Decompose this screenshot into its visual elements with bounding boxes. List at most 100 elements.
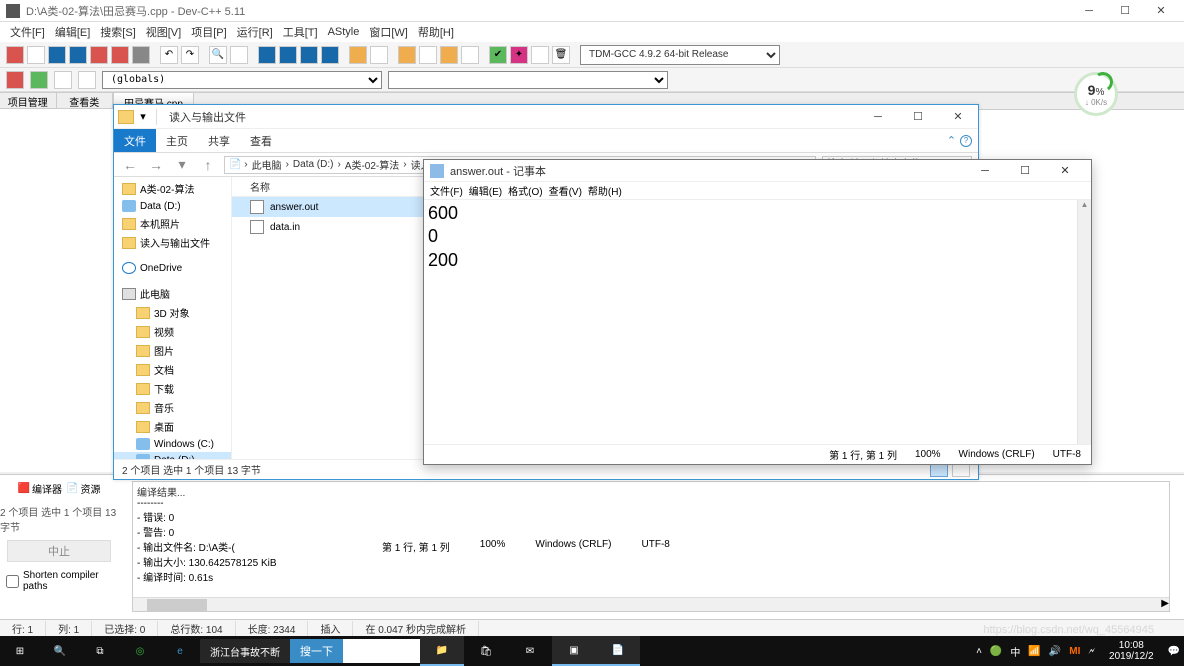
bookmark-icon[interactable] <box>54 71 72 89</box>
compile-hscroll[interactable]: ▶ <box>133 597 1169 611</box>
abort-button[interactable]: 中止 <box>7 540 111 562</box>
taskbar-notepad-icon[interactable]: 📄 <box>596 636 640 666</box>
np-menu-help[interactable]: 帮助(H) <box>588 183 622 198</box>
close-button[interactable]: ✕ <box>1144 1 1178 21</box>
np-menu-edit[interactable]: 编辑(E) <box>469 183 502 198</box>
globals-combo[interactable]: (globals) <box>102 71 382 89</box>
save-icon[interactable] <box>48 46 66 64</box>
nav-back-icon[interactable]: ← <box>120 157 140 173</box>
download-speed-badge[interactable]: 9% ↓ 0K/s <box>1074 72 1118 116</box>
tray-mi-icon[interactable]: MI <box>1069 646 1080 657</box>
tab-resource[interactable]: 📄 资源 <box>66 481 100 496</box>
close-file-icon[interactable] <box>111 46 129 64</box>
tray-chevron-icon[interactable]: ˄ <box>976 646 982 657</box>
debug-icon[interactable] <box>349 46 367 64</box>
open-file-icon[interactable] <box>27 46 45 64</box>
tree-item[interactable]: 桌面 <box>114 417 231 436</box>
explorer-maximize-button[interactable]: ☐ <box>898 106 938 128</box>
tree-item[interactable]: 本机照片 <box>114 214 231 233</box>
menu-edit[interactable]: 编辑[E] <box>51 22 94 42</box>
notepad-textarea[interactable]: 600 0 200 ▲ <box>424 200 1091 444</box>
grid2-icon[interactable] <box>419 46 437 64</box>
delete-icon[interactable]: 🗑 <box>552 46 570 64</box>
tree-item[interactable]: Data (D:) <box>114 198 231 214</box>
run-icon[interactable] <box>279 46 297 64</box>
tree-item[interactable]: A类-02-算法 <box>114 179 231 198</box>
tree-item[interactable]: 文档 <box>114 360 231 379</box>
taskbar-clock[interactable]: 10:08 2019/12/2 <box>1103 640 1160 662</box>
tab-project-manage[interactable]: 项目管理 <box>0 93 57 108</box>
stop-icon[interactable] <box>370 46 388 64</box>
taskbar-app-360[interactable]: ◎ <box>120 636 160 666</box>
taskbar-mail-icon[interactable]: ✉ <box>508 636 552 666</box>
ribbon-collapse-icon[interactable]: ⌃ ? <box>941 129 978 152</box>
tray-notifications-icon[interactable]: 💬 <box>1168 646 1180 657</box>
ribbon-home[interactable]: 主页 <box>156 129 198 152</box>
tree-item[interactable]: Data (D:) <box>114 452 231 459</box>
tree-item[interactable]: 音乐 <box>114 398 231 417</box>
maximize-button[interactable]: ☐ <box>1108 1 1142 21</box>
search-icon[interactable]: 🔍 <box>40 636 80 666</box>
nav-history-icon[interactable]: ▾ <box>172 156 192 173</box>
taskbar-store-icon[interactable]: 🛍 <box>464 636 508 666</box>
compile-run-icon[interactable] <box>300 46 318 64</box>
grid3-icon[interactable] <box>440 46 458 64</box>
ribbon-share[interactable]: 共享 <box>198 129 240 152</box>
tree-item[interactable]: 视频 <box>114 322 231 341</box>
notepad-vscroll[interactable]: ▲ <box>1077 200 1091 444</box>
notepad-minimize-button[interactable]: ─ <box>965 161 1005 181</box>
notepad-close-button[interactable]: ✕ <box>1045 161 1085 181</box>
tab-class-view[interactable]: 查看类 <box>57 93 114 108</box>
taskbar-app-ie[interactable]: e <box>160 636 200 666</box>
replace-icon[interactable] <box>230 46 248 64</box>
compiler-selector[interactable]: TDM-GCC 4.9.2 64-bit Release <box>580 45 780 65</box>
menu-help[interactable]: 帮助[H] <box>414 22 458 42</box>
shorten-paths-checkbox[interactable]: Shorten compiler paths <box>0 568 118 594</box>
taskbar-search-field[interactable]: 搜一下 <box>290 639 420 663</box>
np-menu-view[interactable]: 查看(V) <box>549 183 582 198</box>
menu-astyle[interactable]: AStyle <box>324 24 364 40</box>
print-icon[interactable] <box>132 46 150 64</box>
start-button[interactable]: ⊞ <box>0 636 40 666</box>
taskbar-news[interactable]: 浙江台事故不断 <box>200 639 290 663</box>
np-menu-file[interactable]: 文件(F) <box>430 183 463 198</box>
redo-icon[interactable]: ↷ <box>181 46 199 64</box>
find-icon[interactable]: 🔍 <box>209 46 227 64</box>
check-icon[interactable]: ✔ <box>489 46 507 64</box>
rebuild-icon[interactable] <box>321 46 339 64</box>
menu-project[interactable]: 项目[P] <box>187 22 230 42</box>
taskbar-explorer-icon[interactable]: 📁 <box>420 636 464 666</box>
function-combo[interactable] <box>388 71 668 89</box>
tray-ime-icon[interactable]: 中 <box>1010 644 1020 659</box>
undo-icon[interactable]: ↶ <box>160 46 178 64</box>
new-class-icon[interactable] <box>6 71 24 89</box>
menu-file[interactable]: 文件[F] <box>6 22 49 42</box>
insert-icon[interactable] <box>30 71 48 89</box>
taskbar-devcpp-icon[interactable]: ▣ <box>552 636 596 666</box>
explorer-close-button[interactable]: ✕ <box>938 106 978 128</box>
grid1-icon[interactable] <box>398 46 416 64</box>
qat-chevron-icon[interactable]: ▾ <box>136 110 150 123</box>
explorer-tree[interactable]: A类-02-算法Data (D:)本机照片读入与输出文件OneDrive此电脑3… <box>114 177 232 459</box>
compile-icon[interactable] <box>258 46 276 64</box>
tab-compiler[interactable]: 🟥 编译器 <box>18 481 62 496</box>
menu-view[interactable]: 视图[V] <box>142 22 185 42</box>
ribbon-file[interactable]: 文件 <box>114 129 156 152</box>
task-view-icon[interactable]: ⧉ <box>80 636 120 666</box>
profile-icon[interactable] <box>531 46 549 64</box>
ribbon-view[interactable]: 查看 <box>240 129 282 152</box>
tray-network-icon[interactable]: 📶 <box>1028 646 1040 657</box>
tray-app-icon[interactable]: 🟢 <box>990 646 1002 657</box>
tree-item[interactable]: OneDrive <box>114 260 231 276</box>
menu-tools[interactable]: 工具[T] <box>279 22 322 42</box>
notepad-maximize-button[interactable]: ☐ <box>1005 161 1045 181</box>
tree-item[interactable]: 图片 <box>114 341 231 360</box>
save-all-icon[interactable] <box>69 46 87 64</box>
new-file-icon[interactable] <box>6 46 24 64</box>
tree-item[interactable]: 此电脑 <box>114 284 231 303</box>
tree-item[interactable]: 下载 <box>114 379 231 398</box>
minimize-button[interactable]: ─ <box>1072 1 1106 21</box>
nav-up-icon[interactable]: ↑ <box>198 157 218 173</box>
menu-run[interactable]: 运行[R] <box>233 22 277 42</box>
tools-icon[interactable]: ✦ <box>510 46 528 64</box>
